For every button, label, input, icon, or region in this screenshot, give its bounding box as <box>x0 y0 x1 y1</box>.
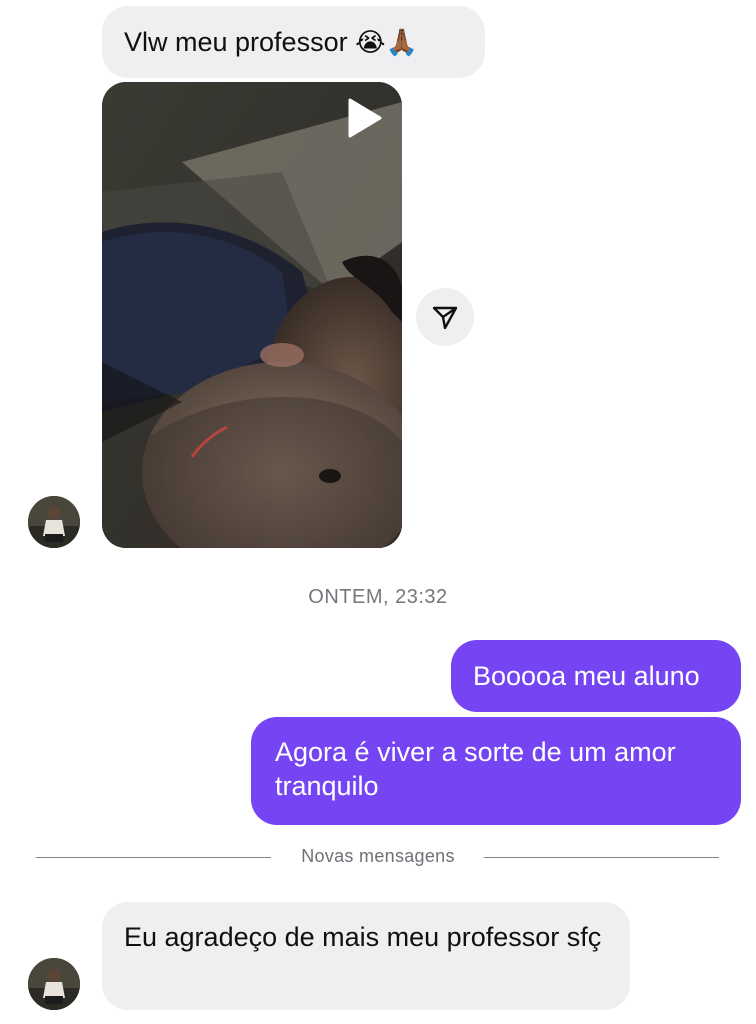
avatar[interactable] <box>28 496 80 548</box>
message-text: Vlw meu professor <box>124 27 348 57</box>
outgoing-message-bubble[interactable]: Agora é viver a sorte de um amor tranqui… <box>251 717 741 825</box>
play-icon[interactable] <box>342 96 386 140</box>
emoji: 😭🙏🏾 <box>355 28 418 58</box>
avatar[interactable] <box>28 958 80 1010</box>
incoming-message-bubble[interactable]: Vlw meu professor 😭🙏🏾 <box>102 6 485 78</box>
divider-line <box>484 857 719 858</box>
incoming-message-bubble[interactable]: Eu agradeço de mais meu professor sfç <box>102 902 630 1010</box>
video-message[interactable] <box>102 82 402 548</box>
share-button[interactable] <box>416 288 474 346</box>
outgoing-message-bubble[interactable]: Booooa meu aluno <box>451 640 741 712</box>
paper-plane-icon <box>432 306 458 330</box>
message-text: Booooa meu aluno <box>473 661 700 691</box>
message-text: Eu agradeço de mais meu professor sfç <box>124 922 602 952</box>
video-thumbnail <box>102 82 402 548</box>
message-text: Agora é viver a sorte de um amor tranqui… <box>275 737 676 801</box>
timestamp: ONTEM, 23:32 <box>308 586 448 608</box>
